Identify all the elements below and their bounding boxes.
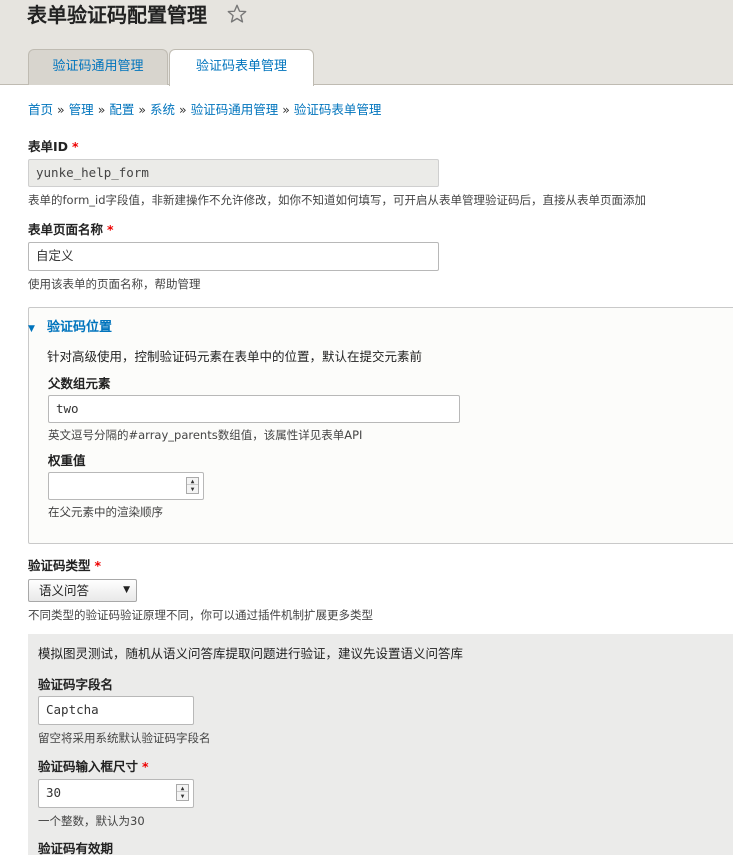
breadcrumb-system[interactable]: 系统 bbox=[150, 102, 175, 117]
tab-captcha-forms[interactable]: 验证码表单管理 bbox=[169, 49, 314, 86]
input-size-label-text: 验证码输入框尺寸 bbox=[38, 759, 139, 774]
page-name-label-text: 表单页面名称 bbox=[28, 222, 104, 237]
tab-captcha-general[interactable]: 验证码通用管理 bbox=[28, 49, 168, 85]
spinner-up-icon[interactable]: ▲ bbox=[177, 785, 188, 792]
breadcrumb-captcha-general[interactable]: 验证码通用管理 bbox=[191, 102, 279, 117]
field-name-description: 留空将采用系统默认验证码字段名 bbox=[38, 731, 211, 745]
captcha-type-selected: 语义问答 bbox=[39, 583, 90, 598]
required-mark: * bbox=[94, 558, 102, 573]
number-spinner[interactable]: ▲ ▼ bbox=[176, 784, 189, 801]
breadcrumb-config[interactable]: 配置 bbox=[109, 102, 134, 117]
breadcrumb-separator: » bbox=[282, 102, 290, 117]
weight-description: 在父元素中的渲染顺序 bbox=[48, 505, 163, 519]
spinner-down-icon[interactable]: ▼ bbox=[187, 486, 198, 493]
field-name-label: 验证码字段名 bbox=[38, 677, 114, 692]
collapse-caret-icon: ▼ bbox=[28, 324, 35, 334]
parents-input[interactable]: two bbox=[48, 395, 460, 423]
star-outline-icon[interactable] bbox=[226, 3, 248, 25]
breadcrumb-admin[interactable]: 管理 bbox=[69, 102, 94, 117]
form-id-label-text: 表单ID bbox=[28, 139, 69, 154]
captcha-position-legend: 验证码位置 bbox=[47, 320, 113, 335]
number-spinner[interactable]: ▲ ▼ bbox=[186, 477, 199, 494]
page-name-description: 使用该表单的页面名称，帮助管理 bbox=[28, 277, 201, 291]
spinner-down-icon[interactable]: ▼ bbox=[177, 793, 188, 800]
parents-label: 父数组元素 bbox=[48, 376, 111, 391]
weight-label: 权重值 bbox=[48, 453, 86, 468]
form-id-input[interactable]: yunke_help_form bbox=[28, 159, 439, 187]
breadcrumb-separator: » bbox=[97, 102, 106, 117]
breadcrumb: 首页» 管理» 配置» 系统» 验证码通用管理» 验证码表单管理 bbox=[28, 101, 381, 119]
page-name-label: 表单页面名称 * bbox=[28, 221, 114, 239]
captcha-type-select[interactable]: 语义问答 ▼ bbox=[28, 579, 137, 602]
form-id-description: 表单的form_id字段值，非新建操作不允许修改，如你不知道如何填写，可开启从表… bbox=[28, 193, 647, 207]
page-header: 表单验证码配置管理 验证码通用管理 验证码表单管理 bbox=[0, 0, 733, 86]
weight-input[interactable]: ▲ ▼ bbox=[48, 472, 204, 500]
required-mark: * bbox=[107, 222, 114, 237]
breadcrumb-captcha-forms[interactable]: 验证码表单管理 bbox=[294, 102, 382, 117]
form-id-label: 表单ID * bbox=[28, 138, 79, 156]
captcha-type-label-text: 验证码类型 bbox=[28, 558, 91, 573]
captcha-position-toggle[interactable]: ▼ 验证码位置 bbox=[28, 319, 113, 337]
captcha-type-intro: 模拟图灵测试，随机从语义问答库提取问题进行验证，建议先设置语义问答库 bbox=[38, 646, 464, 661]
breadcrumb-home[interactable]: 首页 bbox=[28, 102, 53, 117]
spinner-up-icon[interactable]: ▲ bbox=[187, 478, 198, 485]
input-size-label: 验证码输入框尺寸 * bbox=[38, 758, 149, 776]
input-size-input[interactable]: 30 ▲ ▼ bbox=[38, 779, 194, 808]
required-mark: * bbox=[142, 759, 149, 774]
parents-description: 英文逗号分隔的#array_parents数组值，该属性详见表单API bbox=[48, 428, 363, 442]
breadcrumb-separator: » bbox=[179, 102, 187, 117]
required-mark: * bbox=[72, 139, 79, 154]
captcha-type-description: 不同类型的验证码验证原理不同，你可以通过插件机制扩展更多类型 bbox=[28, 608, 373, 622]
captcha-position-intro: 针对高级使用，控制验证码元素在表单中的位置，默认在提交元素前 bbox=[47, 349, 423, 364]
input-size-description: 一个整数，默认为30 bbox=[38, 814, 145, 828]
field-name-input[interactable]: Captcha bbox=[38, 696, 194, 725]
input-size-value: 30 bbox=[46, 785, 62, 800]
breadcrumb-separator: » bbox=[57, 102, 65, 117]
page-name-input[interactable]: 自定义 bbox=[28, 242, 439, 271]
validity-label: 验证码有效期 bbox=[38, 841, 114, 855]
captcha-type-label: 验证码类型 * bbox=[28, 557, 101, 575]
breadcrumb-separator: » bbox=[138, 102, 147, 117]
chevron-down-icon: ▼ bbox=[123, 585, 130, 595]
page-title: 表单验证码配置管理 bbox=[27, 3, 207, 27]
